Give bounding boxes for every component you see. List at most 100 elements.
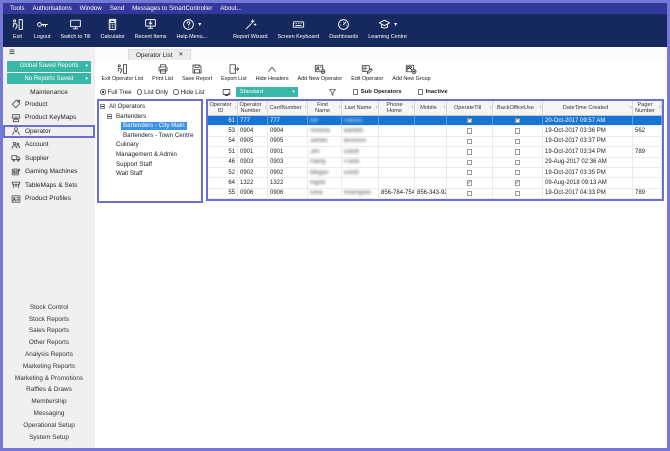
column-header-datetime-created[interactable]: DateTime Created↕ — [543, 101, 633, 115]
sidebar-item-tablemaps-sets[interactable]: TableMaps & Sets — [3, 179, 95, 193]
tree-item-bartenders-city-main[interactable]: Bartenders - City Main — [99, 121, 201, 131]
sidebar-section-other-reports[interactable]: Other Reports — [3, 337, 95, 349]
toolbar-button-help-menu[interactable]: ▾Help Menu... — [172, 16, 213, 41]
sidebar-section-stock-reports[interactable]: Stock Reports — [3, 313, 95, 325]
column-header-cardnumber[interactable]: CardNumber↕ — [268, 101, 308, 115]
column-header-operator-number[interactable]: Operator Number↕ — [238, 101, 268, 115]
sidebar-section-operational-setup[interactable]: Operational Setup — [3, 419, 95, 431]
tree-item-bartenders-town-centre[interactable]: Bartenders - Town Centre — [99, 131, 201, 141]
sidebar-item-account[interactable]: Account — [3, 138, 95, 152]
chevron-down-icon[interactable]: ▾ — [198, 22, 201, 28]
tree-item-culinary[interactable]: Culinary — [99, 140, 201, 150]
toolbar-button-export-list[interactable]: Export List — [217, 62, 251, 82]
sort-icon[interactable]: ↕ — [305, 106, 307, 111]
display-icon[interactable] — [222, 88, 231, 97]
tree-item-wait-staff[interactable]: Wait Staff — [99, 169, 201, 179]
column-header-mobile[interactable]: Mobile↕ — [415, 101, 447, 115]
unchecked-checkbox-icon[interactable] — [467, 170, 473, 176]
unchecked-checkbox-icon[interactable] — [515, 128, 521, 134]
column-header-operatetill[interactable]: OperateTill↕ — [447, 101, 493, 115]
radio-full-tree[interactable]: Full Tree — [100, 89, 132, 96]
menu-item-authorisations[interactable]: Authorisations — [28, 5, 75, 12]
sort-icon[interactable]: ↕ — [659, 106, 661, 111]
tree-item-bartenders[interactable]: Bartenders — [99, 112, 201, 122]
unchecked-checkbox-icon[interactable] — [467, 149, 473, 155]
sidebar-item-product-profiles[interactable]: Product Profiles — [3, 192, 95, 206]
sidebar-item-gaming-machines[interactable]: Gaming Machines — [3, 165, 95, 179]
menu-item-about[interactable]: About... — [216, 5, 245, 12]
collapse-icon[interactable] — [107, 114, 112, 119]
toolbar-button-print-list[interactable]: Print List — [148, 62, 178, 82]
table-row[interactable]: 5209020902MeganElliott19-Oct-2017 03:35 … — [208, 168, 662, 178]
toolbar-button-add-new-group[interactable]: Add New Group — [388, 62, 435, 82]
toolbar-button-dashboards[interactable]: Dashboards — [324, 16, 363, 41]
toolbar-button-calculator[interactable]: Calculator — [95, 16, 129, 41]
sort-icon[interactable]: ↕ — [376, 106, 378, 111]
checkbox-sub-operators[interactable]: Sub Operators — [353, 89, 402, 95]
sort-icon[interactable]: ↕ — [490, 106, 492, 111]
menu-item-window[interactable]: Window — [76, 5, 106, 12]
sort-icon[interactable]: ↕ — [235, 106, 237, 111]
column-header-operator-id[interactable]: Operator ID↕ — [208, 101, 238, 115]
sidebar-section-stock-control[interactable]: Stock Control — [3, 301, 95, 313]
filter-icon[interactable] — [328, 88, 337, 97]
sort-icon[interactable]: ↕ — [339, 106, 341, 111]
sidebar-section-raffles-draws[interactable]: Raffles & Draws — [3, 384, 95, 396]
tree-item-support-staff[interactable]: Support Staff — [99, 160, 201, 170]
toolbar-button-add-new-operator[interactable]: Add New Operator — [293, 62, 347, 82]
sidebar-section-messaging[interactable]: Messaging — [3, 408, 95, 420]
column-header-first-name[interactable]: First Name↕ — [308, 101, 342, 115]
table-row[interactable]: 5409050905JamesBronson19-Oct-2017 03:37 … — [208, 137, 662, 147]
sort-icon[interactable]: ↕ — [265, 106, 267, 111]
toolbar-button-report-wizard[interactable]: Report Wizard — [228, 16, 272, 41]
menu-item-messages-to-smartcontroller[interactable]: Messages to SmartController — [128, 5, 216, 12]
checked-checkbox-icon[interactable]: ✓ — [515, 118, 521, 124]
unchecked-checkbox-icon[interactable] — [467, 160, 473, 166]
unchecked-checkbox-icon[interactable] — [467, 128, 473, 134]
tab-operator-list[interactable]: Operator List ✕ — [128, 49, 191, 60]
sidebar-item-operator[interactable]: Operator — [3, 125, 95, 139]
unchecked-checkbox-icon[interactable] — [515, 139, 521, 145]
table-row[interactable]: 61777777BillHaines✓✓20-Oct-2017 09:57 AM — [208, 116, 662, 126]
checked-checkbox-icon[interactable]: ✓ — [467, 118, 473, 124]
sidebar-item-product[interactable]: Product — [3, 98, 95, 112]
toolbar-button-hide-headers[interactable]: Hide Headers — [251, 62, 293, 82]
radio-list-only[interactable]: List Only — [137, 89, 169, 96]
sidebar-section-marketing-reports[interactable]: Marketing Reports — [3, 360, 95, 372]
unchecked-checkbox-icon[interactable] — [467, 139, 473, 145]
sort-icon[interactable]: ↕ — [630, 106, 632, 111]
toolbar-button-save-report[interactable]: Save Report — [178, 62, 217, 82]
column-header-last-name[interactable]: Last Name↕ — [342, 101, 379, 115]
toolbar-button-recent-items[interactable]: Recent Items — [130, 16, 172, 41]
toolbar-button-exit-operator-list[interactable]: Exit Operator List — [97, 62, 148, 82]
table-row[interactable]: 5109010901JimElliott19-Oct-2017 03:34 PM… — [208, 147, 662, 157]
toolbar-button-screen-keyboard[interactable]: Screen Keyboard — [273, 16, 325, 41]
menu-item-tools[interactable]: Tools — [6, 5, 28, 12]
column-header-phone-home[interactable]: Phone Home↕ — [379, 101, 415, 115]
toolbar-button-edit-operator[interactable]: Edit Operator — [347, 62, 388, 82]
no-reports-saved-button[interactable]: No Reports Saved▾ — [7, 73, 91, 84]
layout-dropdown[interactable]: Standard▾ — [236, 87, 298, 97]
checkbox-inactive[interactable]: Inactive — [418, 89, 448, 95]
column-header-pager-number[interactable]: Pager Number↕ — [633, 101, 662, 115]
tree-item-management-admin[interactable]: Management & Admin — [99, 150, 201, 160]
table-row[interactable]: 6413221322Ingrid✓✓09-Aug-2018 09:13 AM — [208, 178, 662, 188]
unchecked-checkbox-icon[interactable] — [515, 149, 521, 155]
sidebar-section-membership[interactable]: Membership — [3, 396, 95, 408]
sidebar-item-product-keymaps[interactable]: Product KeyMaps — [3, 111, 95, 125]
sidebar-section-marketing-promotions[interactable]: Marketing & Promotions — [3, 372, 95, 384]
global-saved-reports-button[interactable]: Global Saved Reports▾ — [7, 61, 91, 72]
checked-checkbox-icon[interactable]: ✓ — [467, 180, 473, 186]
sidebar-section-system-setup[interactable]: System Setup — [3, 431, 95, 443]
sort-icon[interactable]: ↕ — [412, 106, 414, 111]
chevron-down-icon[interactable]: ▾ — [394, 22, 397, 28]
tree-item-all-operators[interactable]: All Operators — [99, 102, 201, 112]
radio-hide-list[interactable]: Hide List — [173, 89, 205, 96]
unchecked-checkbox-icon[interactable] — [515, 160, 521, 166]
toolbar-button-exit[interactable]: Exit — [6, 16, 29, 41]
sort-icon[interactable]: ↕ — [540, 106, 542, 111]
column-header-backofficeuse[interactable]: BackOfficeUse↕ — [493, 101, 543, 115]
menu-item-send[interactable]: Send — [106, 5, 128, 12]
toolbar-button-logout[interactable]: Logout — [29, 16, 56, 41]
toolbar-button-learning-centre[interactable]: ▾Learning Centre — [363, 16, 412, 41]
